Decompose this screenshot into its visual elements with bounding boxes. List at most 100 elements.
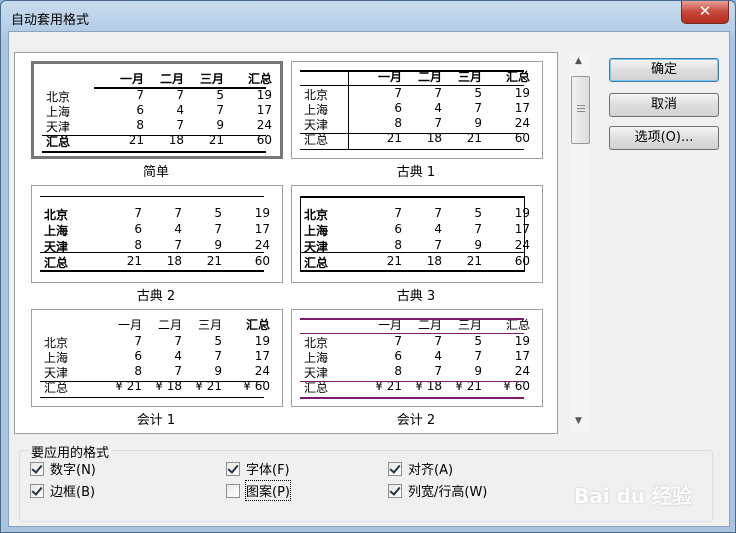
preview-value-cell: 6 xyxy=(394,222,402,236)
preview-value-cell: 7 xyxy=(214,349,222,363)
format-preview[interactable]: 北京 7 7 5 19 上海 6 4 7 17 天津 8 7 9 24 汇总 21 18 21 60 xyxy=(31,185,283,283)
preview-value-cell: 24 xyxy=(254,238,270,252)
format-preview[interactable]: 一月 二月 三月 汇总 北京 7 7 5 19 上海 6 4 7 17 天津 8 7 9 24 汇总 21 18 21 60 xyxy=(291,61,543,159)
checkbox-icon[interactable] xyxy=(30,461,44,476)
preview-header-cell: 一月 xyxy=(119,72,144,86)
preview-value-cell: 18 xyxy=(166,254,182,268)
preview-value-cell: 7 xyxy=(474,349,482,363)
preview-header-cell: 三月 xyxy=(197,318,222,332)
close-button[interactable]: ✕ xyxy=(681,1,729,24)
checkbox-label: 图案(P) xyxy=(245,480,291,501)
preview-sheet: 一月 二月 三月 汇总 北京 7 7 5 19 上海 6 4 7 17 天津 8 7 9 24 汇总 ¥ 21 ¥ 18 ¥… xyxy=(300,316,532,400)
preview-value-cell: 7 xyxy=(394,334,402,348)
preview-value-cell: 4 xyxy=(174,222,182,236)
format-caption: 简单 xyxy=(142,165,169,180)
rule xyxy=(300,149,524,150)
rule xyxy=(300,85,524,86)
format-caption: 古典 1 xyxy=(396,165,436,180)
format-preview[interactable]: 一月 二月 三月 汇总 北京 7 7 5 19 上海 6 4 7 17 天津 8 7 9 24 汇总 21 18 21 60 xyxy=(31,61,283,159)
checkbox-icon[interactable] xyxy=(226,461,240,476)
scroll-down-arrow-icon[interactable]: ▼ xyxy=(575,416,582,426)
preview-header-cell: 二月 xyxy=(157,318,182,332)
format-option-checkbox[interactable]: 列宽/行高(W) xyxy=(388,481,487,500)
preview-value-cell: 7 xyxy=(434,364,442,378)
preview-value-cell: 7 xyxy=(176,88,184,102)
format-option-checkbox[interactable]: 对齐(A) xyxy=(388,459,453,478)
preview-row-label: 北京 xyxy=(44,208,69,222)
preview-data-row: 天津 8 7 9 24 xyxy=(40,364,272,380)
preview-value-cell: 7 xyxy=(134,206,142,220)
format-option-checkbox[interactable]: 边框(B) xyxy=(30,481,95,500)
format-option-checkbox[interactable]: 数字(N) xyxy=(30,459,96,478)
preview-value-cell: 7 xyxy=(134,334,142,348)
preview-row-label: 汇总 xyxy=(44,256,69,270)
rule xyxy=(300,270,524,272)
rule xyxy=(300,381,524,382)
preview-value-cell: 5 xyxy=(474,334,482,348)
preview-value-cell: 7 xyxy=(174,334,182,348)
gallery-scrollbar[interactable]: ▲ ▼ xyxy=(569,52,591,432)
format-caption: 古典 2 xyxy=(136,289,176,304)
preview-data-row: 汇总 21 18 21 60 xyxy=(40,254,272,270)
preview-value-cell: 17 xyxy=(254,349,270,363)
checkbox-icon[interactable] xyxy=(388,461,402,476)
preview-value-cell: 24 xyxy=(256,118,272,132)
rule xyxy=(40,397,264,398)
options-button[interactable]: 选项(O)... xyxy=(609,126,719,150)
preview-value-cell: 21 xyxy=(126,254,142,268)
preview-value-cell: 9 xyxy=(214,364,222,378)
rule xyxy=(42,135,266,136)
format-option-checkbox[interactable]: 字体(F) xyxy=(226,459,290,478)
cancel-button[interactable]: 取消 xyxy=(609,93,719,117)
checkbox-label: 数字(N) xyxy=(50,463,96,478)
scroll-up-arrow-icon[interactable]: ▲ xyxy=(575,56,582,66)
preview-value-cell: 9 xyxy=(474,238,482,252)
format-caption: 会计 2 xyxy=(396,413,436,428)
ok-button[interactable]: 确定 xyxy=(609,58,719,82)
preview-value-cell: 4 xyxy=(434,101,442,115)
preview-value-cell: 19 xyxy=(514,86,530,100)
checkbox-icon[interactable] xyxy=(388,483,402,498)
baidu-watermark: Bai du 经验 xyxy=(574,484,693,508)
preview-sheet: 北京 7 7 5 19 上海 6 4 7 17 天津 8 7 9 24 汇总 21 18 21 60 xyxy=(40,192,272,276)
preview-header-cell: 三月 xyxy=(199,72,224,86)
format-preview[interactable]: 北京 7 7 5 19 上海 6 4 7 17 天津 8 7 9 24 汇总 21 18 21 60 xyxy=(291,185,543,283)
preview-value-cell: 5 xyxy=(214,334,222,348)
format-preview[interactable]: 一月 二月 三月 汇总 北京 7 7 5 19 上海 6 4 7 17 天津 8 7 9 24 汇总 ¥ 21 ¥ 18 ¥… xyxy=(31,309,283,407)
preview-data-row: 北京 7 7 5 19 xyxy=(40,206,272,222)
preview-sheet: 一月 二月 三月 汇总 北京 7 7 5 19 上海 6 4 7 17 天津 8 7 9 24 汇总 21 18 21 60 xyxy=(42,70,274,154)
preview-value-cell: 7 xyxy=(216,103,224,117)
preview-value-cell: 21 xyxy=(386,254,402,268)
rule xyxy=(300,196,301,272)
preview-data-row: 北京 7 7 5 19 xyxy=(40,334,272,350)
rule xyxy=(40,381,264,382)
checkbox-icon[interactable] xyxy=(30,483,44,498)
checkbox-icon[interactable] xyxy=(226,483,240,498)
dialog-client: 一月 二月 三月 汇总 北京 7 7 5 19 上海 6 4 7 17 天津 8 7 9 24 汇总 21 18 21 60 简… xyxy=(8,31,730,527)
preview-value-cell: 9 xyxy=(474,364,482,378)
rule xyxy=(40,270,264,272)
preview-value-cell: 18 xyxy=(426,254,442,268)
preview-value-cell: 8 xyxy=(394,364,402,378)
preview-value-cell: 9 xyxy=(214,238,222,252)
preview-value-cell: 17 xyxy=(254,222,270,236)
format-caption: 会计 1 xyxy=(136,413,176,428)
preview-value-cell: 7 xyxy=(394,86,402,100)
preview-value-cell: 7 xyxy=(474,101,482,115)
preview-value-cell: 5 xyxy=(474,86,482,100)
autoformat-dialog: 自动套用格式 ✕ 一月 二月 三月 汇总 北京 7 7 5 19 上海 6 4 7 17 天津 8 7 9 24 汇总… xyxy=(0,0,736,533)
rule xyxy=(300,196,524,198)
preview-data-row: 北京 7 7 5 19 xyxy=(300,334,532,350)
scroll-thumb[interactable] xyxy=(571,76,590,144)
preview-value-cell: 5 xyxy=(216,88,224,102)
preview-data-row: 天津 8 7 9 24 xyxy=(300,364,532,380)
checkbox-label: 对齐(A) xyxy=(408,463,454,478)
format-option-checkbox[interactable]: 图案(P) xyxy=(226,480,291,501)
format-preview[interactable]: 一月 二月 三月 汇总 北京 7 7 5 19 上海 6 4 7 17 天津 8 7 9 24 汇总 ¥ 21 ¥ 18 ¥… xyxy=(291,309,543,407)
preview-data-row: 上海 6 4 7 17 xyxy=(300,222,532,238)
preview-data-row: 上海 6 4 7 17 xyxy=(40,349,272,365)
format-gallery[interactable]: 一月 二月 三月 汇总 北京 7 7 5 19 上海 6 4 7 17 天津 8 7 9 24 汇总 21 18 21 60 简… xyxy=(14,52,558,434)
preview-data-row: 上海 6 4 7 17 xyxy=(300,349,532,365)
preview-value-cell: 7 xyxy=(174,364,182,378)
preview-value-cell: 17 xyxy=(514,101,530,115)
